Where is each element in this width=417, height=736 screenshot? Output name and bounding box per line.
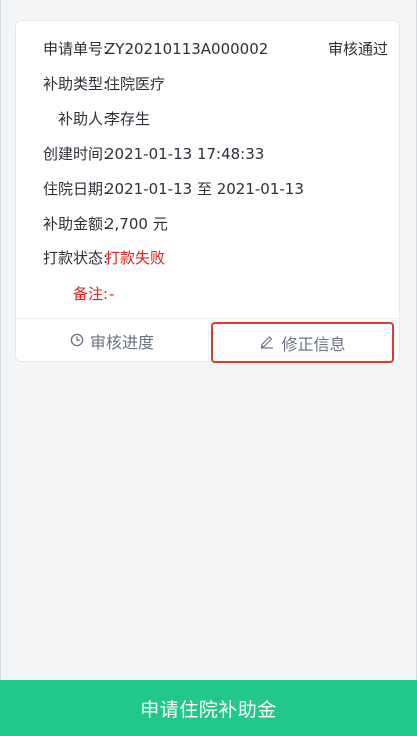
card-divider [16, 318, 399, 319]
application-no-value: ZY20210113A000002 [105, 40, 269, 58]
remark-row: 备注: - [16, 282, 399, 306]
hospital-dates-value: 2021-01-13 至 2021-01-13 [105, 180, 304, 198]
payment-status-value: 打款失败 [105, 249, 166, 267]
amount-value: 2,700 元 [105, 215, 168, 233]
application-no-row: 申请单号: ZY20210113A000002 审核通过 [16, 37, 399, 61]
clock-icon [70, 332, 90, 351]
edit-pen-icon [259, 333, 281, 353]
review-progress-label: 审核进度 [89, 333, 154, 352]
payment-status-label: 打款状态: [42, 249, 108, 267]
amount-row: 补助金额: 2,700 元 [16, 212, 399, 236]
left-frame-edge [0, 0, 1, 680]
subsidy-application-card: 申请单号: ZY20210113A000002 审核通过 补助类型: 住院医疗 … [15, 20, 400, 363]
beneficiary-value: 李存生 [105, 110, 151, 128]
apply-hospital-subsidy-button[interactable]: 申请住院补助金 [0, 680, 417, 736]
subsidy-type-row: 补助类型: 住院医疗 [16, 72, 399, 96]
hospital-dates-label: 住院日期: [42, 180, 108, 198]
review-progress-button[interactable]: 审核进度 [16, 321, 208, 361]
remark-value: - [109, 285, 115, 303]
hospital-dates-row: 住院日期: 2021-01-13 至 2021-01-13 [16, 177, 399, 201]
created-time-value: 2021-01-13 17:48:33 [105, 145, 265, 163]
beneficiary-row: 补助人: 李存生 [16, 107, 399, 131]
beneficiary-label: 补助人: [57, 110, 108, 128]
application-no-label: 申请单号: [42, 40, 108, 58]
review-status-badge: 审核通过 [327, 40, 388, 58]
subsidy-type-label: 补助类型: [42, 75, 108, 93]
subsidy-type-value: 住院医疗 [105, 75, 166, 93]
actions-divider [208, 325, 209, 357]
remark-label: 备注: [72, 285, 108, 303]
created-time-label: 创建时间: [42, 145, 108, 163]
correct-info-button[interactable]: 修正信息 [211, 322, 394, 363]
amount-label: 补助金额: [42, 215, 108, 233]
payment-status-row: 打款状态: 打款失败 [16, 246, 399, 270]
correct-info-label: 修正信息 [281, 334, 346, 354]
apply-hospital-subsidy-label: 申请住院补助金 [140, 698, 277, 721]
created-time-row: 创建时间: 2021-01-13 17:48:33 [16, 142, 399, 166]
